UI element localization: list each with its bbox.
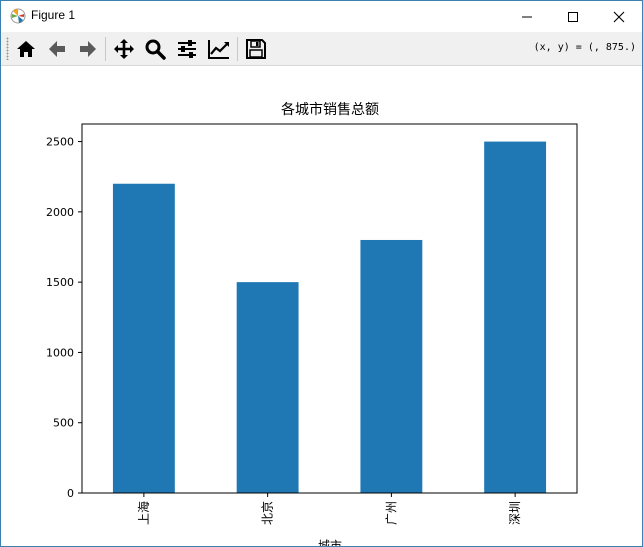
y-tick-label: 2500 [46, 136, 74, 149]
magnifier-icon [145, 39, 166, 60]
back-button[interactable] [44, 36, 70, 62]
move-icon [114, 39, 134, 59]
minimize-button[interactable] [504, 1, 550, 32]
y-tick-label: 0 [67, 487, 74, 500]
x-axis-label: 城市 [318, 538, 342, 546]
save-button[interactable] [243, 36, 269, 62]
toolbar-grip[interactable] [6, 37, 9, 60]
arrow-left-icon [49, 41, 65, 57]
bar [236, 282, 299, 493]
y-tick-label: 1000 [46, 346, 74, 359]
toolbar-separator [237, 37, 238, 61]
x-tick-label: 深圳 [508, 501, 522, 525]
bar [484, 141, 547, 494]
bar [112, 183, 175, 493]
navigation-toolbar: (x, y) = (, 875.) [1, 32, 642, 66]
customize-button[interactable] [206, 36, 232, 62]
title-bar: Figure 1 [1, 1, 642, 32]
close-button[interactable] [596, 1, 642, 32]
home-icon [17, 41, 35, 57]
arrow-right-icon [80, 41, 96, 57]
x-tick-label: 上海 [136, 501, 151, 525]
floppy-icon [246, 39, 266, 59]
pan-button[interactable] [111, 36, 137, 62]
x-tick-label: 广州 [384, 501, 398, 525]
matplotlib-app-icon [10, 8, 26, 24]
subplots-button[interactable] [174, 36, 200, 62]
figure-canvas[interactable]: 各城市销售总额 0 500 1000 1500 2000 2500 上海 北京 广州 深圳 城市 [1, 66, 642, 546]
window-title: Figure 1 [31, 8, 76, 22]
maximize-icon [568, 11, 578, 22]
x-tick-label: 北京 [261, 501, 275, 525]
cursor-coordinates: (x, y) = (, 875.) [533, 42, 636, 53]
y-tick-label: 2000 [46, 206, 74, 219]
minimize-icon [522, 16, 532, 17]
toolbar-separator [105, 37, 106, 61]
y-tick-label: 500 [53, 417, 74, 430]
line-chart-icon [208, 40, 229, 59]
forward-button[interactable] [75, 36, 101, 62]
maximize-button[interactable] [550, 1, 596, 32]
chart-title: 各城市销售总额 [281, 101, 379, 118]
sliders-icon [178, 40, 196, 58]
bar-chart: 各城市销售总额 0 500 1000 1500 2000 2500 上海 北京 广州 深圳 城市 [46, 101, 578, 546]
home-button[interactable] [13, 36, 39, 62]
zoom-button[interactable] [142, 36, 168, 62]
figure-window: Figure 1 (x, y) = (, 875.) 各城市销售总额 0 500… [0, 0, 643, 547]
bar [360, 239, 423, 493]
y-tick-label: 1500 [46, 276, 74, 289]
close-icon [613, 11, 625, 22]
